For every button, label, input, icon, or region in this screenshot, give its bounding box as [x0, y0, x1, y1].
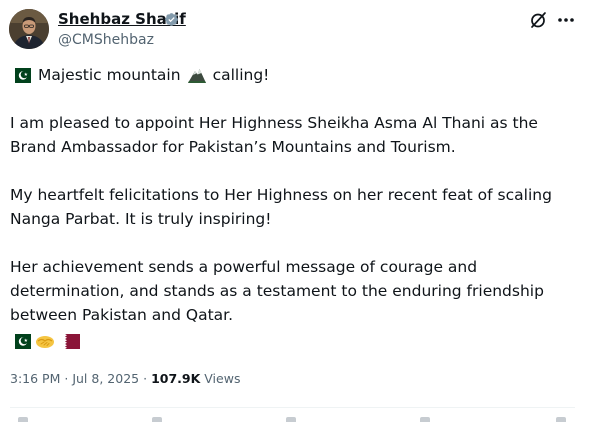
- views-label: Views: [204, 371, 241, 386]
- grok-button[interactable]: [529, 11, 547, 29]
- post-paragraph-4: Her achievement sends a powerful message…: [10, 258, 544, 324]
- share-button[interactable]: [556, 417, 566, 422]
- post-line-1-start: Majestic mountain: [38, 66, 181, 84]
- portrait-avatar-icon: [9, 9, 49, 49]
- mountain-icon: [187, 69, 206, 83]
- bookmark-button[interactable]: [420, 417, 430, 422]
- post-text: Majestic mountain calling! I am pleased …: [10, 63, 575, 351]
- qatar-flag-icon: [59, 333, 80, 349]
- verified-badge-icon: [165, 13, 178, 26]
- repost-button[interactable]: [152, 417, 162, 422]
- views-count[interactable]: 107.9K: [151, 371, 200, 386]
- post-date: Jul 8, 2025: [72, 371, 140, 386]
- post-meta: 3:16 PM · Jul 8, 2025 · 107.9K Views: [10, 370, 240, 388]
- pakistan-flag-icon: [10, 333, 31, 349]
- handshake-icon: [36, 335, 54, 348]
- post-emoji-row: [10, 333, 80, 349]
- reply-button[interactable]: [18, 417, 28, 422]
- avatar[interactable]: [9, 9, 49, 49]
- author-handle[interactable]: @CMShehbaz: [58, 31, 154, 49]
- meta-separator: ·: [143, 371, 148, 386]
- pakistan-flag-icon: [10, 67, 31, 83]
- divider: [10, 407, 575, 408]
- post-paragraph-2: I am pleased to appoint Her Highness She…: [10, 114, 538, 156]
- tweet-card: Shehbaz Sharif @CMShehbaz Majestic mount…: [0, 0, 591, 422]
- more-horizontal-icon: [558, 18, 574, 22]
- post-paragraph-3: My heartfelt felicitations to Her Highne…: [10, 186, 552, 228]
- post-time: 3:16 PM: [10, 371, 61, 386]
- post-timestamp[interactable]: 3:16 PM · Jul 8, 2025: [10, 371, 139, 386]
- post-line-1: Majestic mountain calling!: [10, 63, 575, 87]
- meta-separator: ·: [64, 371, 69, 386]
- like-button[interactable]: [286, 417, 296, 422]
- post-line-1-end: calling!: [212, 66, 270, 84]
- grok-icon: [531, 12, 546, 28]
- more-options-button[interactable]: [556, 11, 576, 29]
